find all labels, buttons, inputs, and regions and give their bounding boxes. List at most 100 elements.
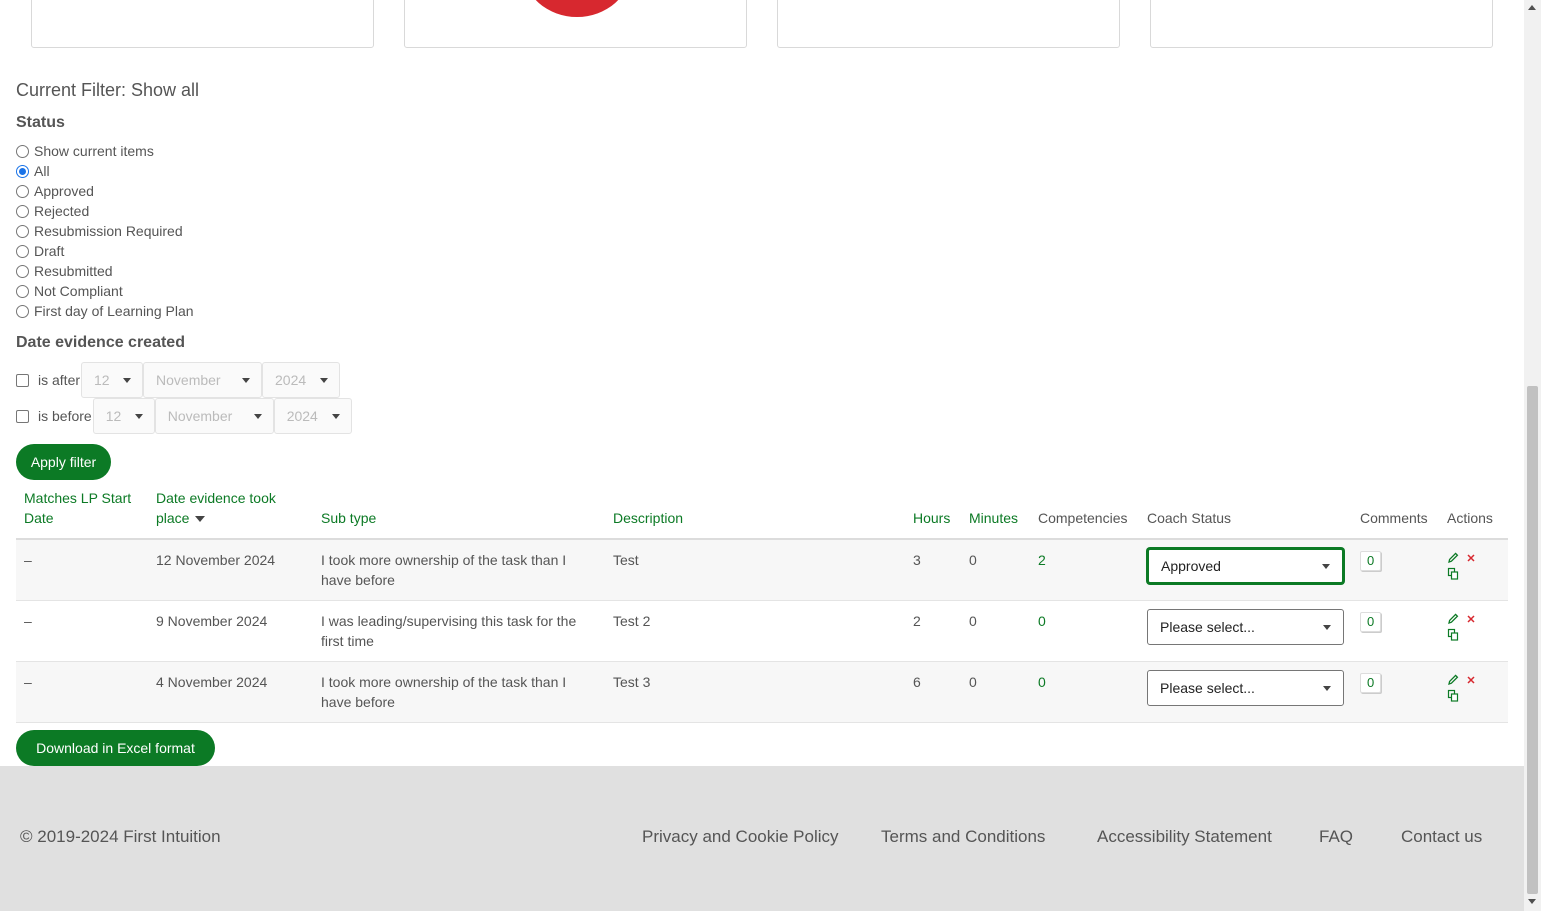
chevron-down-icon	[331, 413, 340, 419]
main-content: Current Filter: Show all Status Show cur…	[0, 0, 1524, 766]
close-icon[interactable]	[1465, 550, 1477, 564]
footer-link-faq[interactable]: FAQ	[1319, 827, 1353, 847]
table-header-row: Matches LP Start Date Date evidence took…	[16, 482, 1508, 540]
status-option-all[interactable]: All	[16, 161, 50, 181]
date-before-row: is before 12 November 2024	[16, 398, 352, 434]
cell-minutes: 0	[961, 600, 1030, 662]
close-icon[interactable]	[1465, 611, 1477, 625]
date-after-year-select[interactable]: 2024	[262, 362, 341, 398]
copy-icon[interactable]	[1447, 566, 1459, 580]
radio-button[interactable]	[16, 264, 29, 278]
status-option-approved[interactable]: Approved	[16, 181, 94, 201]
close-icon[interactable]	[1465, 672, 1477, 686]
coach-status-select[interactable]: Approved	[1147, 548, 1344, 584]
copy-icon[interactable]	[1447, 688, 1459, 702]
comments-badge[interactable]: 0	[1360, 673, 1382, 693]
evidence-table: Matches LP Start Date Date evidence took…	[16, 482, 1508, 723]
footer: © 2019-2024 First Intuition Privacy and …	[0, 766, 1524, 911]
radio-button[interactable]	[16, 304, 29, 318]
cell-description: Test 3	[605, 661, 905, 723]
coach-status-select[interactable]: Please select...	[1147, 609, 1344, 645]
summary-card-1	[31, 0, 374, 48]
comments-badge[interactable]: 0	[1360, 551, 1382, 571]
scroll-up-icon[interactable]	[1528, 5, 1536, 10]
radio-button[interactable]	[16, 244, 29, 258]
header-description[interactable]: Description	[605, 482, 905, 540]
cell-comments: 0	[1352, 539, 1439, 601]
date-after-row: is after 12 November 2024	[16, 362, 341, 398]
status-option-rejected[interactable]: Rejected	[16, 201, 89, 221]
header-matches-lp-start[interactable]: Matches LP Start Date	[16, 482, 148, 540]
cell-coach-status: Please select...	[1139, 600, 1352, 662]
cell-competencies-link[interactable]: 0	[1030, 600, 1139, 662]
date-after-day-select[interactable]: 12	[81, 362, 144, 398]
radio-button[interactable]	[16, 224, 29, 238]
coach-status-select[interactable]: Please select...	[1147, 670, 1344, 706]
header-competencies: Competencies	[1030, 482, 1139, 540]
cell-subtype: I took more ownership of the task than I…	[313, 539, 605, 601]
date-before-day-select[interactable]: 12	[92, 398, 155, 434]
scroll-down-icon[interactable]	[1528, 899, 1536, 904]
status-option-draft[interactable]: Draft	[16, 241, 64, 261]
radio-button[interactable]	[16, 284, 29, 298]
date-after-label: is after	[38, 372, 81, 388]
copy-icon[interactable]	[1447, 627, 1459, 641]
cell-hours: 3	[905, 539, 961, 601]
pencil-icon[interactable]	[1447, 672, 1459, 686]
footer-link-terms[interactable]: Terms and Conditions	[881, 827, 1045, 847]
cell-minutes: 0	[961, 539, 1030, 601]
cell-matches: –	[16, 539, 148, 601]
table-row: – 9 November 2024 I was leading/supervis…	[16, 600, 1508, 662]
cell-competencies-link[interactable]: 0	[1030, 661, 1139, 723]
status-option-first-day[interactable]: First day of Learning Plan	[16, 301, 194, 321]
cell-comments: 0	[1352, 600, 1439, 662]
footer-link-privacy[interactable]: Privacy and Cookie Policy	[642, 827, 839, 847]
radio-button[interactable]	[16, 184, 29, 198]
date-before-year-select[interactable]: 2024	[273, 398, 352, 434]
header-minutes[interactable]: Minutes	[961, 482, 1030, 540]
chevron-down-icon	[242, 377, 251, 383]
radio-button[interactable]	[16, 204, 29, 218]
cell-competencies-link[interactable]: 2	[1030, 539, 1139, 601]
status-heading: Status	[16, 114, 65, 131]
date-after-checkbox[interactable]	[16, 373, 29, 387]
radio-button[interactable]	[16, 144, 29, 158]
apply-filter-button[interactable]: Apply filter	[16, 444, 111, 480]
chevron-down-icon	[123, 377, 132, 383]
footer-link-accessibility[interactable]: Accessibility Statement	[1097, 827, 1272, 847]
cell-coach-status: Approved	[1139, 539, 1352, 601]
header-sub-type[interactable]: Sub type	[313, 482, 605, 540]
footer-link-contact[interactable]: Contact us	[1401, 827, 1482, 847]
summary-card-2	[404, 0, 747, 48]
cell-comments: 0	[1352, 661, 1439, 723]
header-hours[interactable]: Hours	[905, 482, 961, 540]
vertical-scrollbar[interactable]	[1524, 0, 1541, 911]
status-option-show-current[interactable]: Show current items	[16, 141, 154, 161]
header-date-evidence[interactable]: Date evidence took place	[148, 482, 313, 540]
page: Current Filter: Show all Status Show cur…	[0, 0, 1541, 911]
date-created-heading: Date evidence created	[16, 334, 185, 351]
cell-subtype: I took more ownership of the task than I…	[313, 661, 605, 723]
chevron-down-icon	[1322, 563, 1330, 569]
cell-actions	[1439, 661, 1508, 723]
scrollbar-thumb[interactable]	[1527, 386, 1538, 894]
current-filter-heading: Current Filter: Show all	[16, 80, 200, 100]
chevron-down-icon	[134, 413, 143, 419]
comments-badge[interactable]: 0	[1360, 612, 1382, 632]
date-after-month-select[interactable]: November	[143, 362, 263, 398]
cell-date: 12 November 2024	[148, 539, 313, 601]
chevron-down-icon	[1323, 685, 1331, 691]
date-before-month-select[interactable]: November	[154, 398, 274, 434]
status-option-resubmitted[interactable]: Resubmitted	[16, 261, 113, 281]
status-option-resubmission-required[interactable]: Resubmission Required	[16, 221, 183, 241]
cell-minutes: 0	[961, 661, 1030, 723]
date-before-checkbox[interactable]	[16, 409, 29, 423]
pencil-icon[interactable]	[1447, 550, 1459, 564]
download-excel-button[interactable]: Download in Excel format	[16, 730, 215, 766]
cell-coach-status: Please select...	[1139, 661, 1352, 723]
status-option-not-compliant[interactable]: Not Compliant	[16, 281, 123, 301]
radio-button-checked[interactable]	[16, 164, 29, 178]
red-circle-chart	[523, 0, 631, 17]
cell-date: 9 November 2024	[148, 600, 313, 662]
pencil-icon[interactable]	[1447, 611, 1459, 625]
